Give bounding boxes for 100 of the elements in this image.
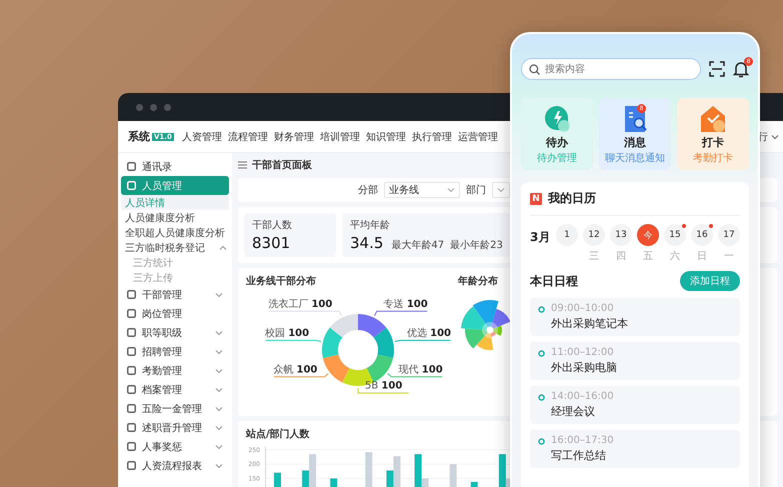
window-dot-icon[interactable] [150,104,157,110]
schedule-item[interactable]: 11:00–12:00 外出采购电脑 [530,342,740,380]
stat-label: 平均年龄 [350,218,391,232]
nav-tab[interactable]: 流程管理 [228,130,268,144]
donut-slice [374,328,394,358]
chart-title: 业务线干部分布 [246,274,316,288]
square-icon [127,404,136,413]
shortcut-card[interactable]: 待办 待办管理 [521,98,593,170]
square-icon [127,347,136,356]
y-axis-line [265,446,266,487]
notification-bell-icon[interactable] [733,60,749,78]
event-time: 09:00–10:00 [551,303,615,314]
schedule-item[interactable]: 09:00–10:00 外出采购笔记本 [530,298,740,336]
slice-label: 专送 100 [384,298,428,310]
sidebar-item[interactable]: 五险一金管理 [121,399,229,418]
chevron-icon [215,328,223,336]
schedule-item[interactable]: 14:00–16:00 经理会议 [530,386,740,424]
menu-icon[interactable] [238,161,247,169]
nav-tab[interactable]: 知识管理 [366,130,406,144]
donut-slice [358,314,386,338]
circle-icon [538,350,545,357]
window-dot-icon[interactable] [136,104,143,110]
donut-slice [330,314,358,338]
circle-icon [538,394,545,401]
sidebar-item[interactable]: 考勤管理 [121,361,229,380]
slice-label: 5B 100 [365,380,402,392]
weekday-label: 日 [697,250,707,263]
square-icon [127,385,136,394]
date-button[interactable]: 17 [718,224,740,246]
shortcut-card[interactable]: 打卡 考勤打卡 [677,98,749,170]
event-time: 11:00–12:00 [551,347,615,358]
leader-line [358,388,409,394]
house-check-icon [698,104,728,134]
page-title: 干部首页面板 [252,158,312,172]
slice-label: 洗衣工厂 100 [268,298,332,310]
date-button[interactable]: 13 [610,224,632,246]
nav-tab[interactable]: 运营管理 [458,130,498,144]
nav-tab[interactable]: 执行管理 [412,130,452,144]
submenu-item[interactable]: 全职超人员健康度分析 [121,225,229,240]
sidebar-item[interactable]: 档案管理 [121,380,229,399]
slice-label: 优选 100 [406,328,451,339]
sidebar-item[interactable]: 人事奖惩 [121,437,229,456]
calendar-title: 我的日历 [548,190,596,207]
stat-value: 34.5 [350,234,384,252]
sidebar-item[interactable]: 职等职级 [121,323,229,342]
scan-icon[interactable] [709,61,725,77]
chevron-icon [215,348,223,356]
window-dot-icon[interactable] [164,104,171,110]
nav-tab[interactable]: 财务管理 [274,130,314,144]
weekday-label: 五 [643,250,653,263]
nav-tab[interactable]: 培训管理 [320,130,360,144]
chart-title: 年龄分布 [458,274,498,288]
chevron-icon [219,244,227,252]
search-icon [529,64,540,74]
submenu-item[interactable]: 人员健康度分析 [121,210,229,225]
date-button[interactable]: 今 [637,224,659,246]
sidebar-item[interactable]: 人资流程报表 [121,456,229,475]
leader-line [394,340,451,342]
sidebar-item[interactable]: 通讯录 [121,157,229,176]
date-button[interactable]: 16 [691,224,713,246]
filter-label: 分部 [358,184,378,197]
circle-icon [538,306,545,313]
dropdown-field[interactable]: 业务线 [384,182,460,198]
schedule-item[interactable]: 16:00–17:30 写工作总结 [530,430,740,468]
square-icon [127,442,136,451]
sidebar-item[interactable]: 述职晋升管理 [121,418,229,437]
chevron-icon [215,386,223,394]
sidebar-item[interactable]: 干部管理 [121,285,229,304]
stat-value: 8301 [252,234,290,252]
event-title: 写工作总结 [551,448,607,463]
nav-tab[interactable]: 人资管理 [182,130,222,144]
bar [365,452,372,487]
chevron-icon [215,442,223,450]
square-icon [127,309,136,318]
date-button[interactable]: 1 [556,224,578,246]
square-icon [127,162,136,171]
date-button[interactable]: 12 [583,224,605,246]
calendar-badge: N [530,192,542,204]
bar [470,482,478,487]
bar [274,472,281,487]
weekday-label: 四 [616,250,626,263]
stat-note: 最小年龄23 [450,238,503,252]
date-button[interactable]: 15 [664,224,686,246]
search-field[interactable]: 搜索内容 [521,58,701,80]
filter-label: 部门 [466,184,486,197]
weekday-label: 三 [589,250,599,263]
square-icon [127,328,136,337]
stat-label: 干部人数 [252,218,293,232]
event-title: 经理会议 [551,404,596,419]
submenu-item[interactable]: 三方临时税务登记 [121,240,229,255]
weekday-label: 一 [724,250,734,263]
square-icon [127,461,136,470]
sidebar-item[interactable]: 招聘管理 [121,342,229,361]
weekday-label: 六 [670,250,680,263]
month-label: 3月 [530,229,552,246]
chat-bubble-icon [542,104,572,134]
donut-slice [322,328,342,358]
leader-line [374,310,428,316]
chevron-icon [771,132,779,140]
sidebar-item[interactable]: 岗位管理 [121,304,229,323]
